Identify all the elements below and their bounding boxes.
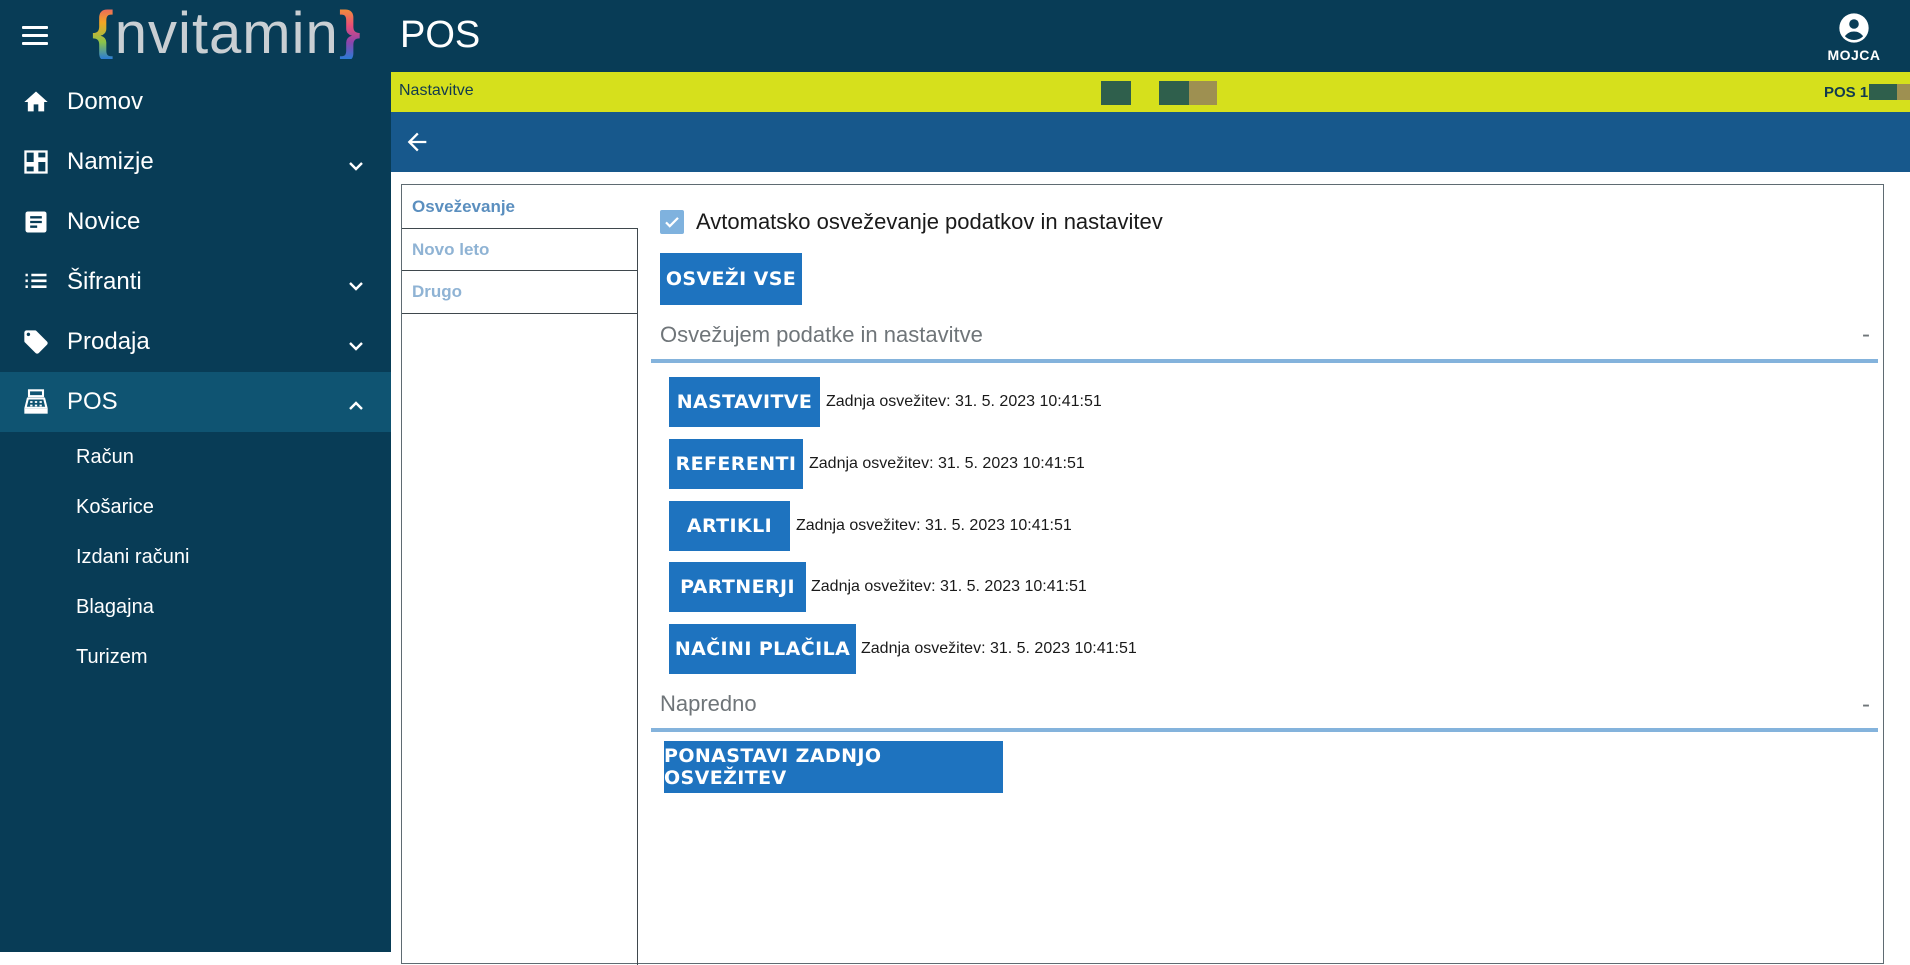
list-icon — [25, 273, 47, 288]
sidebar-item-prodaja[interactable]: Prodaja — [0, 312, 391, 372]
reset-last-refresh-button[interactable]: PONASTAVI ZADNJO OSVEŽITEV — [664, 741, 1003, 793]
chevron-down-icon — [349, 162, 363, 171]
sidebar-subitem-blagajna[interactable]: Blagajna — [0, 582, 391, 632]
sidebar-item-label: Prodaja — [67, 328, 150, 355]
sidebar-item-label: Domov — [67, 88, 144, 115]
refresh-nacini-placila-button[interactable]: NAČINI PLAČILA — [669, 624, 856, 674]
pos-identifier: POS 1 — [1824, 84, 1869, 101]
sidebar-item-label: Šifranti — [67, 268, 142, 295]
chevron-down-icon — [349, 342, 363, 351]
context-title: Nastavitve — [399, 82, 474, 99]
refresh-artikli-button[interactable]: ARTIKLI — [669, 501, 790, 551]
tab-drugo[interactable]: Drugo — [402, 271, 637, 314]
dashboard-icon — [24, 150, 48, 174]
sidebar-item-pos[interactable]: POS — [0, 372, 391, 432]
auto-refresh-checkbox[interactable] — [660, 210, 684, 234]
sidebar-item-domov[interactable]: Domov — [0, 72, 391, 132]
redacted-block — [1159, 81, 1189, 105]
chevron-down-icon — [349, 282, 363, 291]
section-title-refreshing: Osvežujem podatke in nastavitve — [660, 322, 983, 347]
refresh-partnerji-button[interactable]: PARTNERJI — [669, 562, 806, 612]
sidebar-subitem-turizem[interactable]: Turizem — [0, 632, 391, 682]
vertical-tabs: Osveževanje Novo leto Drugo — [402, 185, 639, 965]
settings-panel: Osveževanje Novo leto Drugo Avtomatsko o… — [401, 184, 1884, 965]
last-refresh-text: Zadnja osvežitev: 31. 5. 2023 10:41:51 — [796, 517, 1072, 534]
tab-osvezevanje[interactable]: Osveževanje — [402, 185, 639, 228]
sidebar-subitem-racun[interactable]: Račun — [0, 432, 391, 482]
sidebar: Domov Namizje Novice Šifranti Prodaja PO… — [0, 72, 391, 952]
auto-refresh-label: Avtomatsko osveževanje podatkov in nasta… — [696, 209, 1163, 234]
account-circle-icon — [1839, 13, 1869, 43]
redacted-block — [1897, 84, 1910, 100]
page-toolbar — [391, 112, 1910, 172]
section-collapse-toggle[interactable]: - — [1862, 321, 1870, 349]
context-bar: Nastavitve POS 1 — [391, 72, 1910, 112]
last-refresh-text: Zadnja osvežitev: 31. 5. 2023 10:41:51 — [861, 640, 1137, 657]
sidebar-subitem-izdani-racuni[interactable]: Izdani računi — [0, 532, 391, 582]
top-app-bar: {nvitamin} POS MOJCA — [0, 0, 1910, 72]
last-refresh-text: Zadnja osvežitev: 31. 5. 2023 10:41:51 — [826, 393, 1102, 410]
refresh-all-button[interactable]: OSVEŽI VSE — [660, 253, 802, 305]
sidebar-item-label: POS — [67, 388, 118, 415]
section-collapse-toggle[interactable]: - — [1862, 691, 1870, 719]
sidebar-item-label: Namizje — [67, 148, 154, 175]
tab-novo-leto[interactable]: Novo leto — [402, 228, 637, 271]
section-title-advanced: Napredno — [660, 691, 757, 716]
section-divider — [651, 359, 1878, 363]
sidebar-subitem-kosarice[interactable]: Košarice — [0, 482, 391, 532]
user-menu[interactable]: MOJCA — [1824, 12, 1884, 63]
sidebar-item-label: Novice — [67, 208, 141, 235]
hamburger-menu-icon[interactable] — [22, 26, 48, 46]
redacted-block — [1869, 84, 1899, 100]
article-icon — [25, 211, 47, 233]
home-icon — [24, 91, 48, 112]
refresh-nastavitve-button[interactable]: NASTAVITVE — [669, 377, 820, 427]
page-title: POS — [400, 14, 481, 56]
last-refresh-text: Zadnja osvežitev: 31. 5. 2023 10:41:51 — [811, 578, 1087, 595]
user-name: MOJCA — [1827, 47, 1881, 63]
tag-icon — [24, 330, 48, 354]
arrow-back-icon[interactable] — [403, 128, 431, 156]
refresh-referenti-button[interactable]: REFERENTI — [669, 439, 803, 489]
section-divider — [651, 728, 1878, 732]
sidebar-item-namizje[interactable]: Namizje — [0, 132, 391, 192]
sidebar-item-novice[interactable]: Novice — [0, 192, 391, 252]
auto-refresh-row: Avtomatsko osveževanje podatkov in nasta… — [660, 209, 1163, 235]
cash-register-icon — [24, 389, 48, 414]
redacted-block — [1189, 81, 1217, 105]
check-icon — [665, 217, 679, 228]
chevron-up-icon — [349, 401, 363, 410]
last-refresh-text: Zadnja osvežitev: 31. 5. 2023 10:41:51 — [809, 455, 1085, 472]
nvitamin-logo: {nvitamin} — [92, 0, 362, 66]
redacted-block — [1101, 81, 1131, 105]
sidebar-item-sifranti[interactable]: Šifranti — [0, 252, 391, 312]
